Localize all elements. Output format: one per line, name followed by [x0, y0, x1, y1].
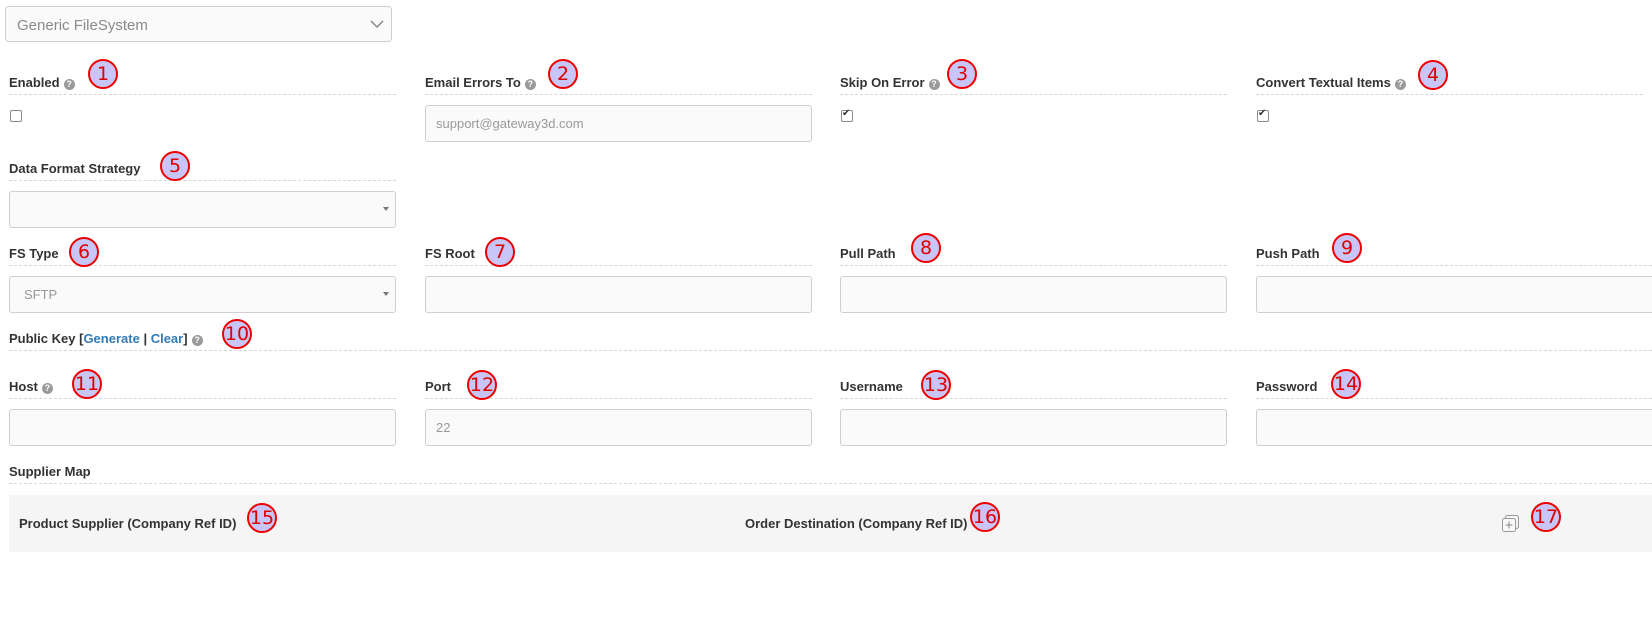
supplier-map-header: Supplier Map: [9, 461, 1652, 484]
help-icon[interactable]: ?: [41, 383, 53, 394]
dropdown-arrow-icon: [383, 207, 389, 211]
dropdown-arrow-icon: [383, 292, 389, 296]
generate-link[interactable]: Generate: [83, 331, 139, 346]
marker-13: 13: [921, 370, 951, 400]
order-destination-column-header: Order Destination (Company Ref ID): [745, 516, 968, 531]
email-errors-input[interactable]: support@gateway3d.com: [425, 105, 812, 142]
public-key-field: Public Key [Generate | Clear]?: [9, 318, 1652, 352]
fs-type-value: SFTP: [24, 287, 58, 302]
marker-17: 17: [1531, 502, 1561, 532]
username-input[interactable]: [840, 409, 1227, 446]
marker-5: 5: [160, 151, 190, 181]
username-label: Username: [840, 379, 903, 394]
enabled-label-row: Enabled?: [9, 72, 396, 95]
username-label-row: Username: [840, 376, 1227, 399]
clear-link[interactable]: Clear: [151, 331, 184, 346]
fs-type-label: FS Type: [9, 246, 59, 261]
skip-on-error-checkbox[interactable]: [841, 108, 853, 122]
email-errors-placeholder: support@gateway3d.com: [436, 116, 584, 131]
fs-root-label: FS Root: [425, 246, 475, 261]
marker-4: 4: [1418, 60, 1448, 90]
skip-on-error-label-row: Skip On Error?: [840, 72, 1227, 95]
help-icon[interactable]: ?: [524, 79, 536, 90]
fs-root-label-row: FS Root: [425, 243, 812, 266]
pull-path-label: Pull Path: [840, 246, 896, 261]
pull-path-label-row: Pull Path: [840, 243, 1227, 266]
marker-6: 6: [69, 237, 99, 267]
port-input[interactable]: 22: [425, 409, 812, 446]
help-icon[interactable]: ?: [63, 79, 75, 90]
pull-path-input[interactable]: [840, 276, 1227, 313]
fs-root-input[interactable]: [425, 276, 812, 313]
convert-textual-label-row: Convert Textual Items?: [1256, 72, 1643, 95]
public-key-label: Public Key: [9, 331, 76, 346]
host-label: Host: [9, 379, 38, 394]
convert-textual-label: Convert Textual Items: [1256, 75, 1391, 90]
marker-2: 2: [548, 59, 578, 89]
marker-8: 8: [911, 233, 941, 263]
marker-11: 11: [72, 369, 102, 399]
password-label-row: Password: [1256, 376, 1652, 399]
marker-14: 14: [1331, 369, 1361, 399]
marker-7: 7: [485, 237, 515, 267]
host-input[interactable]: [9, 409, 396, 446]
add-row-icon[interactable]: [1502, 515, 1520, 533]
supplier-map-title: Supplier Map: [9, 464, 91, 479]
separator: |: [143, 331, 148, 346]
connector-select-value: Generic FileSystem: [17, 17, 148, 34]
email-errors-label: Email Errors To: [425, 75, 521, 90]
data-format-label: Data Format Strategy: [9, 161, 141, 176]
product-supplier-column-header: Product Supplier (Company Ref ID): [19, 516, 237, 531]
marker-12: 12: [467, 370, 497, 400]
password-label: Password: [1256, 379, 1318, 394]
push-path-label-row: Push Path: [1256, 243, 1652, 266]
password-input[interactable]: [1256, 409, 1652, 446]
connector-select[interactable]: Generic FileSystem: [5, 6, 392, 42]
convert-textual-checkbox[interactable]: [1257, 108, 1269, 122]
push-path-input[interactable]: [1256, 276, 1652, 313]
marker-15: 15: [247, 503, 277, 533]
marker-9: 9: [1332, 233, 1362, 263]
port-label: Port: [425, 379, 451, 394]
help-icon[interactable]: ?: [1394, 79, 1406, 90]
data-format-label-row: Data Format Strategy: [9, 158, 396, 181]
marker-3: 3: [947, 59, 977, 89]
data-format-select[interactable]: [9, 191, 396, 228]
host-label-row: Host?: [9, 376, 396, 399]
fs-type-select[interactable]: SFTP: [9, 276, 396, 313]
fs-type-label-row: FS Type: [9, 243, 396, 266]
chevron-down-icon: [370, 20, 384, 29]
skip-on-error-label: Skip On Error: [840, 75, 925, 90]
help-icon[interactable]: ?: [928, 79, 940, 90]
port-placeholder: 22: [436, 420, 451, 435]
close-bracket: ]: [183, 331, 188, 346]
enabled-checkbox[interactable]: [10, 110, 22, 122]
marker-1: 1: [88, 59, 118, 89]
push-path-label: Push Path: [1256, 246, 1320, 261]
marker-10: 10: [222, 319, 252, 349]
enabled-label: Enabled: [9, 75, 60, 90]
help-icon[interactable]: ?: [191, 335, 203, 346]
email-errors-label-row: Email Errors To?: [425, 72, 812, 95]
marker-16: 16: [970, 502, 1000, 532]
public-key-label-row: Public Key [Generate | Clear]?: [9, 328, 1652, 351]
